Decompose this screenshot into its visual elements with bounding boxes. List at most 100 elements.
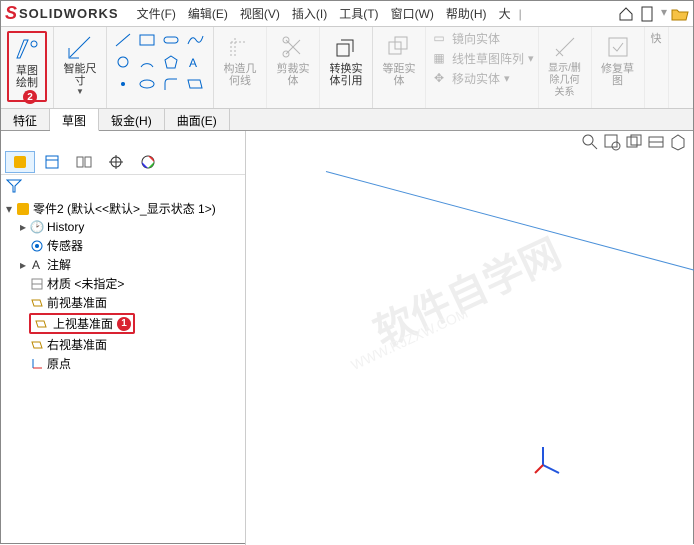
dimension-icon xyxy=(66,33,94,61)
tree-origin[interactable]: 原点 xyxy=(3,354,243,373)
svg-text:A: A xyxy=(189,56,197,70)
sketch-icon xyxy=(13,35,41,63)
convert-button[interactable]: 转换实体引用 xyxy=(326,31,366,89)
logo-icon: S xyxy=(5,3,17,24)
sketch-button[interactable]: 草图绘制 ▼ 2 xyxy=(7,31,47,102)
graphics-area[interactable]: 软件自学网 WWW.RJZXW.COM xyxy=(246,131,693,545)
plane-icon[interactable] xyxy=(185,75,205,93)
sensor-icon xyxy=(29,238,45,254)
plane-edge xyxy=(326,171,694,275)
relations-label: 显示/删除几何关系 xyxy=(547,63,583,99)
badge-1: 1 xyxy=(117,317,131,331)
trim-button: 剪裁实体 xyxy=(273,31,313,89)
tree-material[interactable]: 材质 <未指定> xyxy=(3,274,243,293)
part-icon xyxy=(15,201,31,217)
sep: ▾ xyxy=(661,5,667,23)
offset-icon xyxy=(385,33,413,61)
offset-label: 等距实体 xyxy=(381,63,417,87)
line-icon[interactable] xyxy=(113,31,133,49)
repair-button: 修复草图 xyxy=(598,31,638,89)
ref-geom-label: 构造几何线 xyxy=(222,63,258,87)
pattern-icon: ▦ xyxy=(430,49,448,67)
menu-window[interactable]: 窗口(W) xyxy=(385,3,440,24)
zoom-fit-icon[interactable] xyxy=(581,133,599,151)
feature-tree-tab[interactable] xyxy=(5,151,35,173)
move-button: ✥移动实体 ▾ xyxy=(430,69,534,87)
smart-dim-label: 智能尺寸 xyxy=(62,63,98,87)
smart-dim-button[interactable]: 智能尺寸 ▼ xyxy=(60,31,100,98)
view-orient-icon[interactable] xyxy=(669,133,687,151)
view-triad xyxy=(533,445,563,475)
menu-view[interactable]: 视图(V) xyxy=(234,3,286,24)
new-doc-icon[interactable] xyxy=(639,5,657,23)
ref-geom-button: 构造几何线 xyxy=(220,31,260,89)
menu-search-toggle[interactable]: 大 xyxy=(493,3,517,24)
trim-label: 剪裁实体 xyxy=(275,63,311,87)
tree-right-plane[interactable]: 右视基准面 xyxy=(3,335,243,354)
ref-geom-icon xyxy=(226,33,254,61)
sketch-label: 草图绘制 xyxy=(11,65,43,89)
dropdown-icon: ▼ xyxy=(76,87,84,96)
home-icon[interactable] xyxy=(617,5,635,23)
slot-icon[interactable] xyxy=(161,31,181,49)
quick-label: 快 xyxy=(651,33,662,45)
mirror-label: 镜向实体 xyxy=(452,30,500,47)
annot-icon: A xyxy=(29,257,45,273)
tree-annotations[interactable]: ▸A注解 xyxy=(3,255,243,274)
sensor-label: 传感器 xyxy=(47,237,83,254)
mirror-button: ▭镜向实体 xyxy=(430,29,534,47)
zoom-area-icon[interactable] xyxy=(603,133,621,151)
rect-icon[interactable] xyxy=(137,31,157,49)
dimexpert-tab[interactable] xyxy=(101,151,131,173)
circle-icon[interactable] xyxy=(113,53,133,71)
convert-icon xyxy=(332,33,360,61)
menu-insert[interactable]: 插入(I) xyxy=(286,3,333,24)
tree-sensors[interactable]: 传感器 xyxy=(3,236,243,255)
fillet-icon[interactable] xyxy=(161,75,181,93)
material-label: 材质 <未指定> xyxy=(47,275,124,292)
svg-text:A: A xyxy=(32,258,40,272)
tree-history[interactable]: ▸🕑History xyxy=(3,218,243,236)
polygon-icon[interactable] xyxy=(161,53,181,71)
pattern-button: ▦线性草图阵列 ▾ xyxy=(430,49,534,67)
history-icon: 🕑 xyxy=(29,219,45,235)
sep: | xyxy=(519,7,522,21)
tab-surface[interactable]: 曲面(E) xyxy=(165,109,230,130)
sketch-tools-grid: A xyxy=(113,31,207,95)
menu-tools[interactable]: 工具(T) xyxy=(333,3,384,24)
logo-text: SOLIDWORKS xyxy=(19,6,119,21)
convert-label: 转换实体引用 xyxy=(328,63,364,87)
tree-front-plane[interactable]: 前视基准面 xyxy=(3,293,243,312)
root-label: 零件2 (默认<<默认>_显示状态 1>) xyxy=(33,200,216,217)
property-tab[interactable] xyxy=(37,151,67,173)
relations-icon xyxy=(551,33,579,61)
right-label: 右视基准面 xyxy=(47,336,107,353)
tab-feature[interactable]: 特征 xyxy=(1,109,50,130)
menu-edit[interactable]: 编辑(E) xyxy=(182,3,234,24)
tree-root[interactable]: ▾零件2 (默认<<默认>_显示状态 1>) xyxy=(3,199,243,218)
annot-label: 注解 xyxy=(47,256,71,273)
plane-icon xyxy=(33,316,49,332)
tree-top-plane[interactable]: 上视基准面 1 xyxy=(3,312,243,335)
repair-label: 修复草图 xyxy=(600,63,636,87)
ellipse-icon[interactable] xyxy=(137,75,157,93)
config-tab[interactable] xyxy=(69,151,99,173)
appearance-tab[interactable] xyxy=(133,151,163,173)
menu-file[interactable]: 文件(F) xyxy=(131,3,182,24)
text-icon[interactable]: A xyxy=(185,53,205,71)
filter-icon[interactable] xyxy=(5,177,23,195)
plane-icon xyxy=(29,337,45,353)
arc-icon[interactable] xyxy=(137,53,157,71)
menu-help[interactable]: 帮助(H) xyxy=(440,3,493,24)
tab-sketch[interactable]: 草图 xyxy=(50,109,99,131)
prev-view-icon[interactable] xyxy=(625,133,643,151)
front-label: 前视基准面 xyxy=(47,294,107,311)
tab-sheetmetal[interactable]: 钣金(H) xyxy=(99,109,165,130)
watermark-url: WWW.RJZXW.COM xyxy=(349,305,471,373)
trim-icon xyxy=(279,33,307,61)
open-icon[interactable] xyxy=(671,5,689,23)
point-icon[interactable] xyxy=(113,75,133,93)
badge-2: 2 xyxy=(23,90,37,104)
spline-icon[interactable] xyxy=(185,31,205,49)
section-icon[interactable] xyxy=(647,133,665,151)
